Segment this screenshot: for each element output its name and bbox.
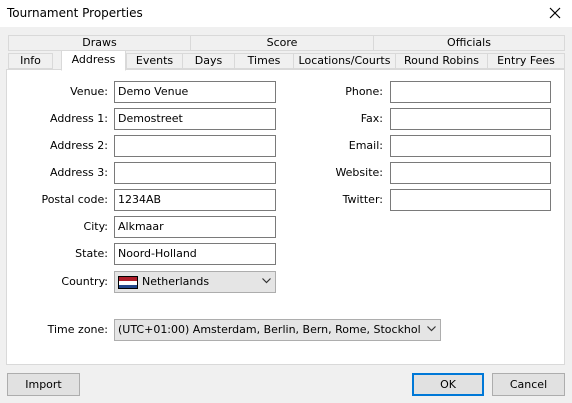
tab-locations-courts[interactable]: Locations/Courts	[293, 53, 396, 69]
city-input[interactable]: Alkmaar	[114, 216, 276, 238]
import-button[interactable]: Import	[7, 373, 80, 396]
state-input[interactable]: Noord-Holland	[114, 243, 276, 265]
ok-button[interactable]: OK	[412, 373, 484, 396]
phone-input[interactable]	[390, 81, 551, 103]
country-value: Netherlands	[142, 275, 210, 288]
tab-events[interactable]: Events	[126, 53, 183, 69]
chevron-down-icon	[427, 326, 436, 332]
email-label: Email:	[348, 139, 383, 152]
netherlands-flag-icon	[118, 276, 138, 289]
window-title: Tournament Properties	[7, 6, 143, 20]
tab-draws[interactable]: Draws	[8, 35, 191, 51]
timezone-value: (UTC+01:00) Amsterdam, Berlin, Bern, Rom…	[118, 323, 420, 336]
address1-label: Address 1:	[49, 112, 108, 125]
address2-label: Address 2:	[49, 139, 108, 152]
close-icon	[549, 7, 561, 19]
country-select[interactable]: Netherlands	[114, 271, 276, 293]
tab-days[interactable]: Days	[182, 53, 235, 69]
venue-input[interactable]: Demo Venue	[114, 81, 276, 103]
tab-entry-fees[interactable]: Entry Fees	[487, 53, 565, 69]
email-input[interactable]	[390, 135, 551, 157]
state-label: State:	[75, 247, 108, 260]
address3-label: Address 3:	[49, 166, 108, 179]
country-label: Country:	[61, 275, 108, 288]
twitter-input[interactable]	[390, 189, 551, 211]
venue-label: Venue:	[70, 85, 108, 98]
fax-label: Fax:	[360, 112, 383, 125]
chevron-down-icon	[262, 278, 271, 284]
timezone-select[interactable]: (UTC+01:00) Amsterdam, Berlin, Bern, Rom…	[114, 319, 441, 341]
close-button[interactable]	[538, 0, 572, 27]
twitter-label: Twitter:	[342, 193, 383, 206]
postal-code-label: Postal code:	[41, 193, 108, 206]
address3-input[interactable]	[114, 162, 276, 184]
tab-score[interactable]: Score	[190, 35, 374, 51]
title-bar: Tournament Properties	[0, 0, 572, 27]
timezone-label: Time zone:	[47, 323, 108, 336]
tab-address[interactable]: Address	[61, 50, 126, 71]
cancel-button[interactable]: Cancel	[492, 373, 565, 396]
tab-info[interactable]: Info	[8, 53, 53, 69]
city-label: City:	[83, 220, 108, 233]
postal-code-input[interactable]: 1234AB	[114, 189, 276, 211]
address2-input[interactable]	[114, 135, 276, 157]
phone-label: Phone:	[345, 85, 383, 98]
tab-times[interactable]: Times	[234, 53, 294, 69]
website-input[interactable]	[390, 162, 551, 184]
website-label: Website:	[335, 166, 383, 179]
tab-officials[interactable]: Officials	[373, 35, 565, 51]
fax-input[interactable]	[390, 108, 551, 130]
address-tab-panel: Venue: Demo Venue Address 1: Demostreet …	[6, 69, 565, 365]
tab-round-robins[interactable]: Round Robins	[395, 53, 488, 69]
address1-input[interactable]: Demostreet	[114, 108, 276, 130]
